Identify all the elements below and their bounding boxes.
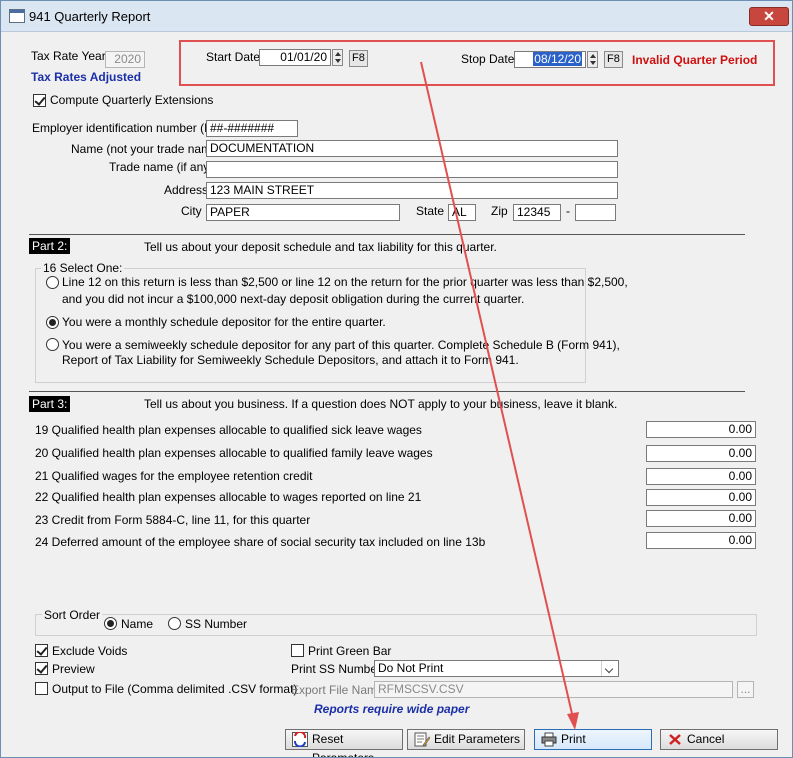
stop-date-field[interactable]: 08/12/20 [514,51,586,68]
print-green-bar-label: Print Green Bar [308,644,392,658]
zip-field[interactable]: 12345 [513,204,561,221]
semiweekly-option-line1: You were a semiweekly schedule depositor… [62,338,620,352]
client-area: Tax Rate Year 2020 Tax Rates Adjusted Co… [9,32,784,757]
start-date-f8-button[interactable]: F8 [349,50,368,67]
ein-field[interactable]: ##-####### [206,120,298,137]
state-label: State [416,204,445,218]
trade-name-field[interactable] [206,161,618,178]
start-date-label: Start Date [206,50,261,64]
sort-order-label: Sort Order [42,608,103,622]
print-green-bar-checkbox[interactable] [291,644,304,657]
printer-icon [541,732,557,747]
radio-monthly-option[interactable] [46,316,59,329]
line12-option-line1: Line 12 on this return is less than $2,5… [62,275,628,289]
zip4-field[interactable] [575,204,616,221]
line21-field[interactable]: 0.00 [646,468,756,485]
line19-label: 19 Qualified health plan expenses alloca… [35,423,422,437]
export-file-label: Export File Name [291,683,384,697]
export-file-field: RFMSCSV.CSV [374,681,733,698]
sort-by-ss-radio[interactable] [168,617,181,630]
window-title: 941 Quarterly Report [29,9,151,24]
line24-label: 24 Deferred amount of the employee share… [35,535,486,549]
city-field[interactable]: PAPER [206,204,400,221]
arrow-head-icon [567,712,579,730]
name-label: Name (not your trade name) [71,142,222,156]
preview-checkbox[interactable] [35,662,48,675]
window-icon [9,9,25,23]
cancel-label: Cancel [687,732,725,746]
part3-tag: Part 3: [29,396,71,412]
trade-name-label: Trade name (if any) [109,160,214,174]
line23-label: 23 Credit from Form 5884-C, line 11, for… [35,513,311,527]
part2-text: Tell us about your deposit schedule and … [144,240,497,254]
reset-parameters-label: Reset Parameters [312,732,375,758]
line24-field[interactable]: 0.00 [646,532,756,549]
reset-parameters-button[interactable]: Reset Parameters [285,729,403,757]
exclude-voids-checkbox[interactable] [35,644,48,657]
stop-date-label: Stop Date [461,52,515,66]
invalid-quarter-message: Invalid Quarter Period [632,53,758,67]
select-one-label: 16 Select One: [41,261,125,275]
line20-label: 20 Qualified health plan expenses alloca… [35,446,433,460]
tax-rates-adjusted-label: Tax Rates Adjusted [31,70,142,84]
edit-parameters-label: Edit Parameters [434,732,521,746]
sort-by-name-label: Name [121,617,154,631]
report-window: 941 Quarterly Report ✕ Tax Rate Year 202… [0,0,793,758]
reset-icon [292,732,308,747]
cancel-icon [669,734,681,745]
line19-field[interactable]: 0.00 [646,421,756,438]
stop-date-f8-button[interactable]: F8 [604,51,623,68]
line21-label: 21 Qualified wages for the employee rete… [35,469,313,483]
preview-label: Preview [52,662,95,676]
close-button[interactable]: ✕ [749,7,789,26]
zip-label: Zip [491,204,508,218]
line22-field[interactable]: 0.00 [646,489,756,506]
address-field[interactable]: 123 MAIN STREET [206,182,618,199]
edit-parameters-button[interactable]: Edit Parameters [407,729,525,750]
monthly-option-label: You were a monthly schedule depositor fo… [62,315,386,329]
print-label: Print [561,732,586,746]
print-ss-select[interactable]: Do Not Print [374,660,619,677]
city-label: City [181,204,202,218]
line20-field[interactable]: 0.00 [646,445,756,462]
semiweekly-option-line2: Report of Tax Liability for Semiweekly S… [62,353,519,367]
stop-date-spinner[interactable] [587,51,598,68]
print-ss-label: Print SS Number [291,662,382,676]
line22-label: 22 Qualified health plan expenses alloca… [35,490,422,504]
print-ss-value: Do Not Print [378,661,444,675]
print-button[interactable]: Print [534,729,652,750]
cancel-button[interactable]: Cancel [660,729,778,750]
browse-button: ... [737,681,754,698]
radio-line12-option[interactable] [46,276,59,289]
start-date-field[interactable]: 01/01/20 [259,49,331,66]
zip-dash: - [566,204,570,218]
name-field[interactable]: DOCUMENTATION [206,140,618,157]
line23-field[interactable]: 0.00 [646,510,756,527]
wide-paper-note: Reports require wide paper [314,702,470,716]
output-to-file-checkbox[interactable] [35,682,48,695]
tax-rate-year-field: 2020 [105,51,145,68]
part2-rule [29,234,745,235]
part3-text: Tell us about you business. If a questio… [144,397,618,411]
exclude-voids-label: Exclude Voids [52,644,128,658]
address-label: Address [164,183,209,197]
stop-date-selected-text: 08/12/20 [533,52,582,66]
title-bar: 941 Quarterly Report ✕ [1,1,792,32]
radio-semiweekly-option[interactable] [46,338,59,351]
state-field[interactable]: AL [448,204,476,221]
start-date-spinner[interactable] [332,49,343,66]
sort-by-name-radio[interactable] [104,617,117,630]
compute-quarterly-checkbox[interactable] [33,94,46,107]
part3-rule [29,391,745,392]
edit-icon [414,732,430,747]
ein-label: Employer identification number (EIN) [32,121,229,135]
compute-quarterly-label: Compute Quarterly Extensions [50,93,214,107]
tax-rate-year-label: Tax Rate Year [31,49,106,63]
chevron-down-icon [601,661,618,676]
part2-tag: Part 2: [29,238,71,254]
line12-option-line2: and you did not incur a $100,000 next-da… [62,292,525,306]
output-to-file-label: Output to File (Comma delimited .CSV for… [52,682,298,696]
sort-by-ss-label: SS Number [185,617,248,631]
